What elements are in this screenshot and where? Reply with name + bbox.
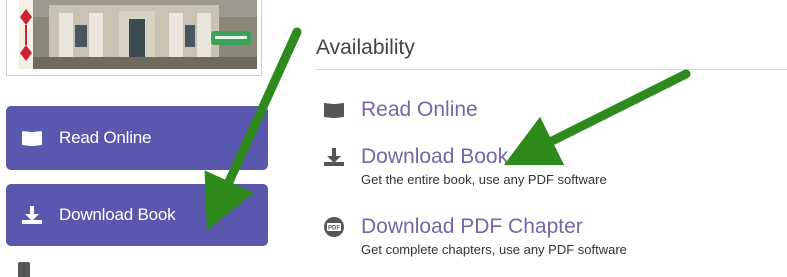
download-book-link[interactable]: Download Book <box>361 145 508 169</box>
read-online-link[interactable]: Read Online <box>361 98 478 122</box>
book-cover-image[interactable] <box>19 0 257 69</box>
download-book-button-label: Download Book <box>59 205 176 224</box>
download-book-button[interactable]: Download Book <box>6 184 268 246</box>
read-online-button[interactable]: Read Online <box>6 106 268 170</box>
availability-item-download-pdf-chapter: PDF Download PDF Chapter Get complete ch… <box>321 215 627 257</box>
arrow-to-download-link <box>503 69 691 166</box>
availability-heading: Availability <box>316 36 415 59</box>
open-book-icon <box>321 99 347 121</box>
open-book-icon <box>19 127 45 149</box>
pdf-file-icon: PDF <box>321 216 347 238</box>
download-book-description: Get the entire book, use any PDF softwar… <box>361 172 607 187</box>
svg-text:PDF: PDF <box>328 226 340 232</box>
availability-item-download-book: Download Book Get the entire book, use a… <box>321 145 607 187</box>
read-online-button-label: Read Online <box>59 128 152 147</box>
download-pdf-chapter-description: Get complete chapters, use any PDF softw… <box>361 242 627 257</box>
book-cover-frame <box>6 0 262 76</box>
device-icon <box>18 262 30 277</box>
availability-item-read-online: Read Online <box>321 98 478 122</box>
sidebar-item-cutoff[interactable] <box>18 262 70 277</box>
download-icon <box>321 146 347 168</box>
availability-divider <box>316 69 787 70</box>
download-pdf-chapter-link[interactable]: Download PDF Chapter <box>361 215 583 239</box>
download-icon <box>19 204 45 226</box>
page: Read Online Download Book Availability R… <box>0 0 787 277</box>
